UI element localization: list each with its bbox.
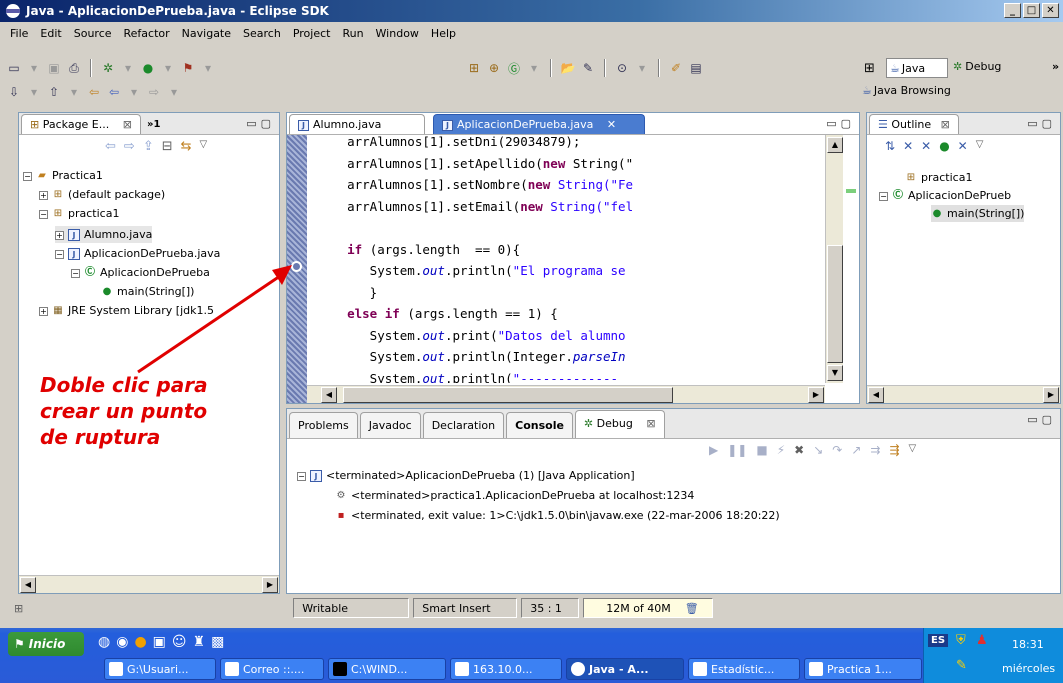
firefox-icon[interactable]: ● bbox=[134, 634, 146, 650]
taskbar-button-cmd[interactable]: C:\WIND... bbox=[328, 658, 446, 680]
taskbar-button-explorer[interactable]: G:\Usuari... bbox=[104, 658, 216, 680]
annotation-line: de ruptura bbox=[40, 425, 161, 449]
taskbar-button-java[interactable]: Java - A... bbox=[566, 658, 684, 680]
taskbar-label: Practica 1... bbox=[827, 662, 892, 676]
start-label: Inicio bbox=[28, 637, 66, 651]
annotation-line: crear un punto bbox=[40, 399, 208, 423]
status-writable: Writable bbox=[293, 598, 410, 618]
media-icon[interactable]: ◉ bbox=[116, 634, 128, 650]
clock-day[interactable]: miércoles bbox=[1002, 662, 1055, 675]
eclipse-icon bbox=[571, 662, 585, 676]
user-icon[interactable]: ♟ bbox=[976, 633, 988, 648]
taskbar-button-mail[interactable]: Correo ::.... bbox=[220, 658, 324, 680]
taskbar-button-stats[interactable]: Estadístic... bbox=[688, 658, 800, 680]
heap-label: 12M of 40M bbox=[606, 601, 671, 615]
ie-icon bbox=[225, 662, 239, 676]
folder-icon bbox=[109, 662, 123, 676]
annotation-line: Doble clic para bbox=[40, 373, 208, 397]
browser-icon[interactable]: ◍ bbox=[98, 634, 110, 650]
status-insert-mode: Smart Insert bbox=[413, 598, 518, 618]
word-icon bbox=[809, 662, 823, 676]
security-icon[interactable]: ⛨ bbox=[956, 633, 966, 648]
quick-launch: ◍ ◉ ● ▣ ☺ ♜ ▩ bbox=[98, 634, 224, 650]
taskbar-label: G:\Usuari... bbox=[127, 662, 189, 676]
ie-icon bbox=[693, 662, 707, 676]
annotation-text: Doble clic para crear un punto de ruptur… bbox=[40, 372, 208, 450]
app-icon[interactable]: ♜ bbox=[193, 634, 206, 650]
taskbar-label: Estadístic... bbox=[711, 662, 775, 676]
system-tray: ES ⛨ ♟ ✎ 18:31 miércoles bbox=[923, 628, 1063, 683]
cmd-icon bbox=[333, 662, 347, 676]
taskbar-button-practica[interactable]: Practica 1... bbox=[804, 658, 922, 680]
annotation-arrow bbox=[137, 265, 292, 374]
network-icon bbox=[455, 662, 469, 676]
taskbar-label: Java - A... bbox=[589, 662, 649, 676]
fast-view-icon[interactable]: ⊞ bbox=[14, 602, 23, 615]
tray-tool-icon[interactable]: ✎ bbox=[956, 658, 967, 673]
start-button[interactable]: ⚑ Inicio bbox=[8, 632, 84, 656]
status-cursor-position: 35 : 1 bbox=[521, 598, 580, 618]
status-bar: ⊞ Writable Smart Insert 35 : 1 12M of 40… bbox=[0, 596, 1063, 620]
taskbar-label: 163.10.0... bbox=[473, 662, 533, 676]
status-heap: 12M of 40M 🗑 bbox=[583, 598, 714, 618]
language-indicator[interactable]: ES bbox=[928, 634, 949, 647]
messenger-icon[interactable]: ☺ bbox=[172, 634, 187, 650]
garbage-collect-icon[interactable]: 🗑 bbox=[685, 602, 699, 615]
taskbar-label: Correo ::.... bbox=[243, 662, 305, 676]
taskbar-label: C:\WIND... bbox=[351, 662, 408, 676]
windows-flag-icon: ⚑ bbox=[14, 637, 25, 651]
taskbar-button-network[interactable]: 163.10.0... bbox=[450, 658, 562, 680]
desktop-icon[interactable]: ▣ bbox=[153, 634, 166, 650]
tool-icon[interactable]: ▩ bbox=[211, 634, 224, 650]
taskbar: ⚑ Inicio ◍ ◉ ● ▣ ☺ ♜ ▩ G:\Usuari... Corre… bbox=[0, 628, 1063, 683]
clock-time[interactable]: 18:31 bbox=[1012, 638, 1044, 651]
